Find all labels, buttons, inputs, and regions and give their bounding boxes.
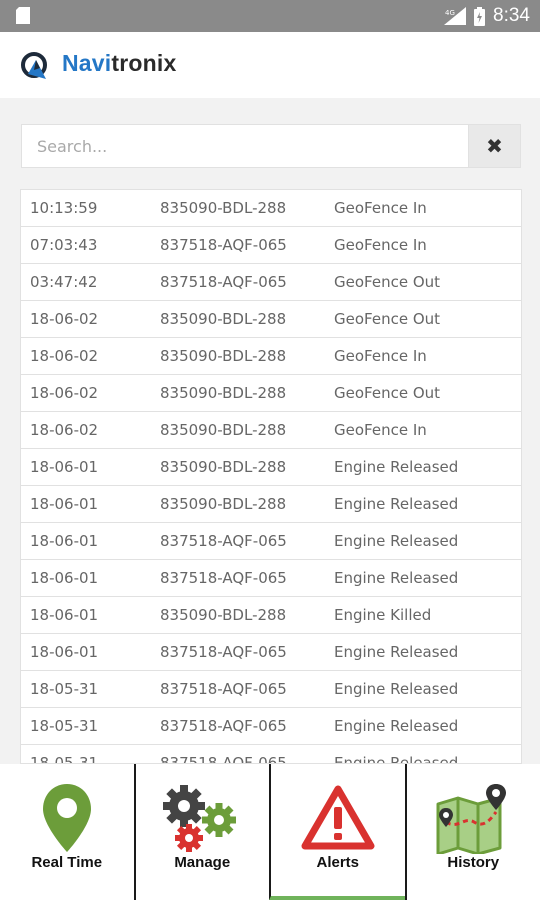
alert-event: Engine Released bbox=[334, 643, 459, 661]
route-map-icon bbox=[436, 784, 507, 854]
alert-vehicle: 837518-AQF-065 bbox=[160, 680, 287, 698]
alert-vehicle: 837518-AQF-065 bbox=[160, 754, 287, 764]
alert-vehicle: 837518-AQF-065 bbox=[160, 569, 287, 587]
tab-label: Alerts bbox=[316, 854, 360, 871]
alert-event: Engine Released bbox=[334, 717, 459, 735]
alert-event: Engine Released bbox=[334, 458, 459, 476]
tab-label: History bbox=[447, 854, 500, 871]
alert-row[interactable]: 18-06-02 835090-BDL-288 GeoFence Out bbox=[21, 301, 521, 338]
network-label: 4G bbox=[445, 9, 455, 17]
search-input[interactable] bbox=[21, 124, 468, 168]
bottom-navigation: Real Time Manage Alerts History bbox=[0, 764, 540, 900]
alert-time: 18-06-02 bbox=[30, 421, 99, 439]
alert-row[interactable]: 10:13:59 835090-BDL-288 GeoFence In bbox=[21, 190, 521, 227]
alert-event: Engine Released bbox=[334, 754, 459, 764]
alert-vehicle: 835090-BDL-288 bbox=[160, 606, 287, 624]
alert-event: GeoFence In bbox=[334, 236, 427, 254]
sd-card-icon bbox=[16, 7, 30, 24]
alert-event: GeoFence Out bbox=[334, 273, 441, 291]
alert-time: 18-05-31 bbox=[30, 680, 99, 698]
alert-vehicle: 835090-BDL-288 bbox=[160, 495, 287, 513]
alert-vehicle: 835090-BDL-288 bbox=[160, 421, 287, 439]
alert-time: 18-06-02 bbox=[30, 384, 99, 402]
alerts-table[interactable]: 10:13:59 835090-BDL-288 GeoFence In 07:03:4… bbox=[20, 189, 522, 764]
alert-event: Engine Released bbox=[334, 495, 459, 513]
alert-vehicle: 837518-AQF-065 bbox=[160, 273, 287, 291]
alert-row[interactable]: 18-06-01 835090-BDL-288 Engine Released bbox=[21, 486, 521, 523]
gears-icon bbox=[163, 785, 237, 852]
alert-row[interactable]: 18-06-02 835090-BDL-288 GeoFence In bbox=[21, 412, 521, 449]
status-bar: 4G 8:34 bbox=[0, 0, 540, 32]
clear-search-button[interactable]: ✖ bbox=[468, 124, 521, 168]
alert-vehicle: 835090-BDL-288 bbox=[160, 384, 287, 402]
alert-row[interactable]: 18-06-01 837518-AQF-065 Engine Released bbox=[21, 523, 521, 560]
tab-history[interactable]: History bbox=[404, 764, 540, 900]
alert-row[interactable]: 03:47:42 837518-AQF-065 GeoFence Out bbox=[21, 264, 521, 301]
brand-suffix: tronix bbox=[111, 50, 177, 76]
navitronix-logo-icon bbox=[21, 52, 47, 79]
alert-time: 18-06-01 bbox=[30, 643, 99, 661]
alert-event: Engine Released bbox=[334, 680, 459, 698]
alert-vehicle: 837518-AQF-065 bbox=[160, 643, 287, 661]
alert-row[interactable]: 18-05-31 837518-AQF-065 Engine Released bbox=[21, 708, 521, 745]
alert-row[interactable]: 18-06-01 835090-BDL-288 Engine Released bbox=[21, 449, 521, 486]
brand-name: Navitronix bbox=[62, 50, 176, 77]
brand-prefix: Navi bbox=[62, 50, 112, 76]
alert-vehicle: 837518-AQF-065 bbox=[160, 717, 287, 735]
alert-event: Engine Released bbox=[334, 532, 459, 550]
alert-time: 18-06-01 bbox=[30, 458, 99, 476]
alert-time: 18-06-01 bbox=[30, 606, 99, 624]
alert-event: GeoFence In bbox=[334, 421, 427, 439]
alert-event: GeoFence In bbox=[334, 199, 427, 217]
alert-row[interactable]: 18-06-02 835090-BDL-288 GeoFence Out bbox=[21, 375, 521, 412]
alert-row[interactable]: 18-06-01 837518-AQF-065 Engine Released bbox=[21, 634, 521, 671]
map-pin-icon bbox=[42, 784, 91, 852]
warning-icon bbox=[301, 785, 375, 850]
alert-row[interactable]: 18-06-01 835090-BDL-288 Engine Killed bbox=[21, 597, 521, 634]
alert-time: 18-05-31 bbox=[30, 754, 99, 764]
alert-event: Engine Killed bbox=[334, 606, 432, 624]
alert-event: GeoFence Out bbox=[334, 310, 441, 328]
alert-time: 10:13:59 bbox=[30, 199, 98, 217]
alert-vehicle: 837518-AQF-065 bbox=[160, 532, 287, 550]
tab-alerts[interactable]: Alerts bbox=[269, 764, 405, 900]
alert-time: 18-06-02 bbox=[30, 347, 99, 365]
alert-vehicle: 837518-AQF-065 bbox=[160, 236, 287, 254]
tab-label: Real Time bbox=[31, 854, 103, 871]
alert-row[interactable]: 18-06-01 837518-AQF-065 Engine Released bbox=[21, 560, 521, 597]
alert-row[interactable]: 18-05-31 837518-AQF-065 Engine Released bbox=[21, 745, 521, 764]
alert-event: Engine Released bbox=[334, 569, 459, 587]
alert-row[interactable]: 07:03:43 837518-AQF-065 GeoFence In bbox=[21, 227, 521, 264]
alert-vehicle: 835090-BDL-288 bbox=[160, 347, 287, 365]
alert-vehicle: 835090-BDL-288 bbox=[160, 199, 287, 217]
search-bar: ✖ bbox=[21, 124, 521, 168]
tab-label: Manage bbox=[174, 854, 231, 871]
alert-time: 18-05-31 bbox=[30, 717, 99, 735]
close-icon: ✖ bbox=[486, 134, 503, 158]
alert-event: GeoFence In bbox=[334, 347, 427, 365]
alert-vehicle: 835090-BDL-288 bbox=[160, 458, 287, 476]
clock: 8:34 bbox=[493, 5, 530, 26]
app-header: Navitronix bbox=[0, 32, 540, 98]
alert-time: 18-06-01 bbox=[30, 495, 99, 513]
alert-time: 18-06-01 bbox=[30, 532, 99, 550]
alert-time: 07:03:43 bbox=[30, 236, 98, 254]
alert-event: GeoFence Out bbox=[334, 384, 441, 402]
alert-vehicle: 835090-BDL-288 bbox=[160, 310, 287, 328]
tab-manage[interactable]: Manage bbox=[133, 764, 269, 900]
alert-row[interactable]: 18-05-31 837518-AQF-065 Engine Released bbox=[21, 671, 521, 708]
alert-time: 18-06-01 bbox=[30, 569, 99, 587]
alert-time: 18-06-02 bbox=[30, 310, 99, 328]
battery-icon bbox=[474, 6, 486, 26]
alert-row[interactable]: 18-06-02 835090-BDL-288 GeoFence In bbox=[21, 338, 521, 375]
tab-real-time[interactable]: Real Time bbox=[0, 764, 134, 900]
signal-icon: 4G bbox=[444, 7, 467, 25]
alert-time: 03:47:42 bbox=[30, 273, 98, 291]
